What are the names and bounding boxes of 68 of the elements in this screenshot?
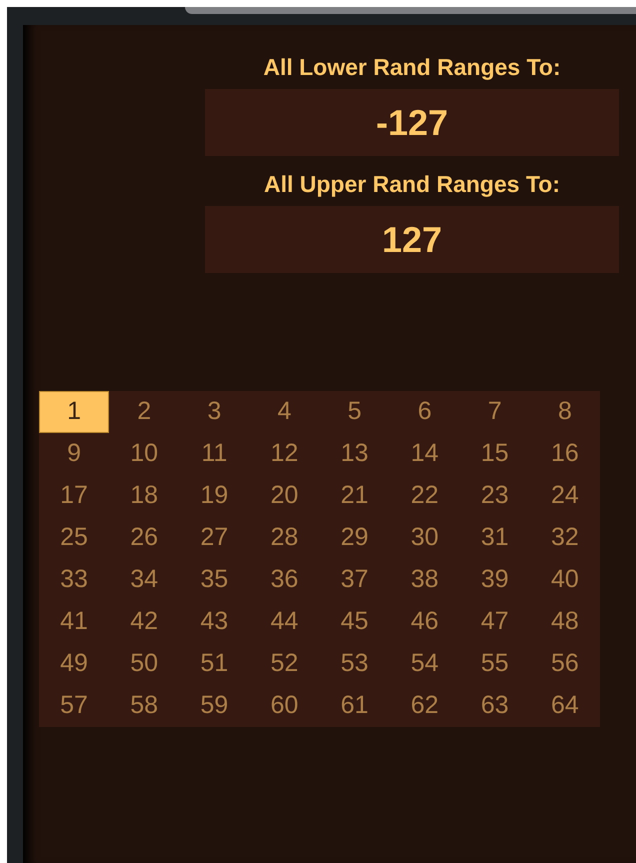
grid-cell[interactable]: 44 <box>249 601 320 643</box>
grid-cell[interactable]: 21 <box>320 475 390 517</box>
grid-cell[interactable]: 18 <box>109 475 180 517</box>
grid-cell[interactable]: 12 <box>249 433 320 475</box>
grid-cell[interactable]: 56 <box>530 643 600 685</box>
grid-cell[interactable]: 55 <box>460 643 530 685</box>
grid-cell[interactable]: 30 <box>390 517 460 559</box>
grid-cell[interactable]: 62 <box>390 685 460 727</box>
grid-cell[interactable]: 54 <box>390 643 460 685</box>
grid-cell[interactable]: 49 <box>39 643 110 685</box>
grid-cell[interactable]: 64 <box>530 685 600 727</box>
grid-cell[interactable]: 33 <box>39 559 110 601</box>
grid-cell[interactable]: 36 <box>249 559 320 601</box>
grid-cell[interactable]: 13 <box>320 433 390 475</box>
value-field[interactable]: 127 <box>205 206 619 273</box>
grid-cell[interactable]: 20 <box>249 475 320 517</box>
grid-cell[interactable]: 61 <box>320 685 390 727</box>
grid-cell[interactable]: 17 <box>39 475 110 517</box>
grid-cell[interactable]: 6 <box>390 391 460 433</box>
grid-cell[interactable]: 22 <box>390 475 460 517</box>
grid-cell[interactable]: 52 <box>249 643 320 685</box>
grid-cell[interactable]: 34 <box>109 559 180 601</box>
grid-cell[interactable]: 42 <box>109 601 180 643</box>
grid-cell[interactable]: 28 <box>249 517 320 559</box>
grid-cell[interactable]: 8 <box>530 391 600 433</box>
grid-cell[interactable]: 27 <box>179 517 250 559</box>
grid-cell[interactable]: 43 <box>179 601 250 643</box>
grid-cell[interactable]: 24 <box>530 475 600 517</box>
grid-cell[interactable]: 29 <box>320 517 390 559</box>
grid-cell[interactable]: 35 <box>179 559 250 601</box>
grid-cell[interactable]: 46 <box>390 601 460 643</box>
grid-cell[interactable]: 4 <box>249 391 320 433</box>
grid-cell[interactable]: 9 <box>39 433 110 475</box>
grid-cell[interactable]: 23 <box>460 475 530 517</box>
grid-cell[interactable]: 5 <box>320 391 390 433</box>
grid-cell[interactable]: 19 <box>179 475 250 517</box>
value-field[interactable]: -127 <box>205 89 619 156</box>
grid-cell[interactable]: 63 <box>460 685 530 727</box>
grid-cell[interactable]: 53 <box>320 643 390 685</box>
grid-cell[interactable]: 3 <box>179 391 250 433</box>
field-label: All Lower Rand Ranges To: <box>263 53 561 81</box>
grid-cell[interactable]: 40 <box>530 559 600 601</box>
grid-cell[interactable]: 51 <box>179 643 250 685</box>
grid-cell[interactable]: 10 <box>109 433 180 475</box>
grid-cell[interactable]: 50 <box>109 643 180 685</box>
grid-cell[interactable]: 31 <box>460 517 530 559</box>
grid-cell[interactable]: 58 <box>109 685 180 727</box>
grid-cell[interactable]: 60 <box>249 685 320 727</box>
grid-cell[interactable]: 45 <box>320 601 390 643</box>
grid-cell[interactable]: 47 <box>460 601 530 643</box>
grid-cell[interactable]: 7 <box>460 391 530 433</box>
grid-cell[interactable]: 57 <box>39 685 110 727</box>
grid-cell[interactable]: 25 <box>39 517 110 559</box>
grid-cell[interactable]: 39 <box>460 559 530 601</box>
grid-cell[interactable]: 2 <box>109 391 180 433</box>
grid-cell[interactable]: 1 <box>39 391 110 433</box>
field-label: All Upper Rand Ranges To: <box>264 170 560 198</box>
grid-cell[interactable]: 32 <box>530 517 600 559</box>
grid-cell[interactable]: 59 <box>179 685 250 727</box>
grid-cell[interactable]: 16 <box>530 433 600 475</box>
grid-cell[interactable]: 15 <box>460 433 530 475</box>
grid-cell[interactable]: 37 <box>320 559 390 601</box>
grid-cell[interactable]: 41 <box>39 601 110 643</box>
grid-cell[interactable]: 14 <box>390 433 460 475</box>
grid-cell[interactable]: 11 <box>179 433 250 475</box>
grid-cell[interactable]: 26 <box>109 517 180 559</box>
grid-cell[interactable]: 48 <box>530 601 600 643</box>
grid-cell[interactable]: 38 <box>390 559 460 601</box>
